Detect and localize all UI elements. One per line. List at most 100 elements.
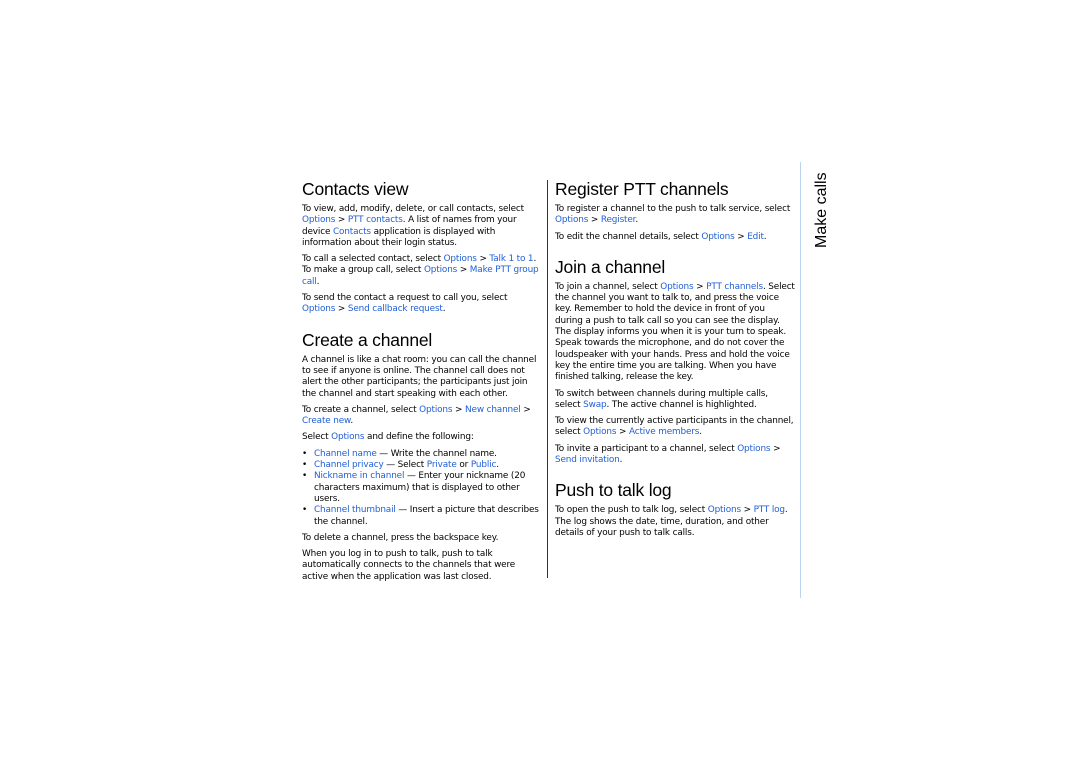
separator: > — [616, 427, 629, 438]
link-options[interactable]: Options — [302, 304, 335, 314]
link-create-new[interactable]: Create new — [302, 416, 350, 426]
paragraph: To send the contact a request to call yo… — [302, 293, 542, 316]
bullet-icon: • — [302, 448, 308, 459]
chapter-label: Make calls — [813, 172, 830, 248]
link-options[interactable]: Options — [555, 215, 588, 225]
heading-join-channel: Join a channel — [555, 256, 666, 277]
link-options[interactable]: Options — [331, 432, 364, 442]
paragraph: To invite a participant to a channel, se… — [555, 444, 795, 467]
link-private[interactable]: Private — [427, 460, 457, 470]
link-talk-1-to-1[interactable]: Talk 1 to 1 — [489, 254, 533, 264]
text: To register a channel to the push to tal… — [555, 204, 791, 214]
separator: > — [457, 265, 470, 276]
link-ptt-contacts[interactable]: PTT contacts — [348, 215, 403, 225]
paragraph: To view the currently active participant… — [555, 416, 795, 439]
heading-contacts-view: Contacts view — [302, 179, 409, 199]
chapter-margin-line — [800, 162, 801, 598]
text: To join a channel, select — [555, 281, 661, 292]
text: To send the contact a request to call yo… — [302, 293, 508, 304]
paragraph: To join a channel, select Options > PTT … — [555, 282, 795, 384]
link-options[interactable]: Options — [660, 282, 693, 292]
chapter-tab: Make calls — [808, 172, 838, 250]
link-options[interactable]: Options — [424, 265, 457, 275]
text: . — [316, 276, 320, 287]
text: . — [350, 416, 354, 427]
link-channel-privacy[interactable]: Channel privacy — [314, 460, 384, 470]
bullet-icon: • — [302, 505, 308, 516]
link-options[interactable]: Options — [737, 444, 770, 454]
text: To open the push to talk log, select — [555, 505, 708, 516]
text: . — [496, 460, 499, 471]
link-ptt-log[interactable]: PTT log — [754, 505, 785, 515]
paragraph: A channel is like a chat room: you can c… — [302, 354, 537, 399]
separator: > — [335, 215, 348, 226]
link-register[interactable]: Register — [601, 215, 636, 225]
link-contacts[interactable]: Contacts — [333, 227, 371, 237]
link-ptt-channels[interactable]: PTT channels — [706, 282, 763, 292]
text: To call a selected contact, select — [302, 254, 444, 265]
paragraph: To register a channel to the push to tal… — [555, 204, 795, 227]
text: . — [699, 427, 702, 438]
list-item: • Nickname in channel — Enter your nickna… — [302, 471, 542, 505]
middle-column: Register PTT channels To register a chan… — [555, 178, 795, 544]
text: . — [442, 304, 446, 315]
list-item: • Channel privacy — Select Private or Pub… — [302, 460, 542, 471]
text: or — [456, 460, 471, 471]
paragraph: When you log in to push to talk, push to… — [302, 549, 516, 582]
link-send-invitation[interactable]: Send invitation — [555, 455, 620, 465]
section-push-to-talk-log: Push to talk log To open the push to tal… — [555, 479, 795, 539]
section-join-channel: Join a channel To join a channel, select… — [555, 256, 795, 466]
link-swap[interactable]: Swap — [583, 400, 607, 410]
separator: > — [452, 404, 466, 415]
link-options[interactable]: Options — [444, 254, 477, 264]
separator: > — [734, 231, 748, 242]
text: . — [635, 215, 639, 226]
section-register-ptt-channels: Register PTT channels To register a chan… — [555, 178, 795, 243]
separator: > — [520, 404, 531, 415]
paragraph: To call a selected contact, select Optio… — [302, 254, 542, 288]
list-item: • Channel thumbnail — Insert a picture th… — [302, 505, 542, 528]
separator: > — [770, 443, 781, 454]
column-divider — [547, 180, 548, 578]
link-new-channel[interactable]: New channel — [465, 405, 521, 415]
text: . — [619, 455, 623, 466]
paragraph: To view, add, modify, delete, or call co… — [302, 204, 542, 249]
text: . Select the channel you want to talk to… — [555, 281, 795, 383]
link-options[interactable]: Options — [701, 232, 734, 242]
link-send-callback-request[interactable]: Send callback request — [348, 304, 443, 314]
separator: > — [588, 215, 601, 226]
text: To invite a participant to a channel, se… — [555, 443, 738, 454]
link-edit[interactable]: Edit — [747, 232, 764, 242]
link-nickname-in-channel[interactable]: Nickname in channel — [314, 471, 404, 481]
text: — Write the channel name. — [376, 448, 497, 459]
separator: > — [740, 505, 754, 516]
paragraph: To delete a channel, press the backspace… — [302, 532, 499, 543]
link-channel-name[interactable]: Channel name — [314, 449, 377, 459]
text: . The active channel is highlighted. — [606, 399, 757, 410]
separator: > — [335, 304, 348, 315]
left-column: Contacts view To view, add, modify, dele… — [302, 178, 542, 588]
section-contacts-view: Contacts view To view, add, modify, dele… — [302, 178, 542, 316]
text: To edit the channel details, select — [555, 231, 702, 242]
link-options[interactable]: Options — [302, 215, 335, 225]
link-options[interactable]: Options — [583, 427, 616, 437]
heading-register-ptt-channels: Register PTT channels — [555, 179, 729, 199]
link-options[interactable]: Options — [419, 405, 452, 415]
separator: > — [693, 281, 707, 292]
paragraph: To open the push to talk log, select Opt… — [555, 505, 795, 539]
link-options[interactable]: Options — [708, 505, 741, 515]
link-public[interactable]: Public — [471, 460, 497, 470]
text: — Select — [383, 460, 427, 471]
link-channel-thumbnail[interactable]: Channel thumbnail — [314, 505, 396, 515]
link-active-members[interactable]: Active members — [629, 427, 699, 437]
text: Select — [302, 432, 332, 443]
text: . — [763, 231, 767, 242]
channel-settings-list: • Channel name — Write the channel name. … — [302, 449, 542, 528]
heading-push-to-talk-log: Push to talk log — [555, 480, 672, 501]
paragraph: To switch between channels during multip… — [555, 389, 795, 412]
bullet-icon: • — [302, 460, 308, 471]
separator: > — [476, 254, 490, 265]
